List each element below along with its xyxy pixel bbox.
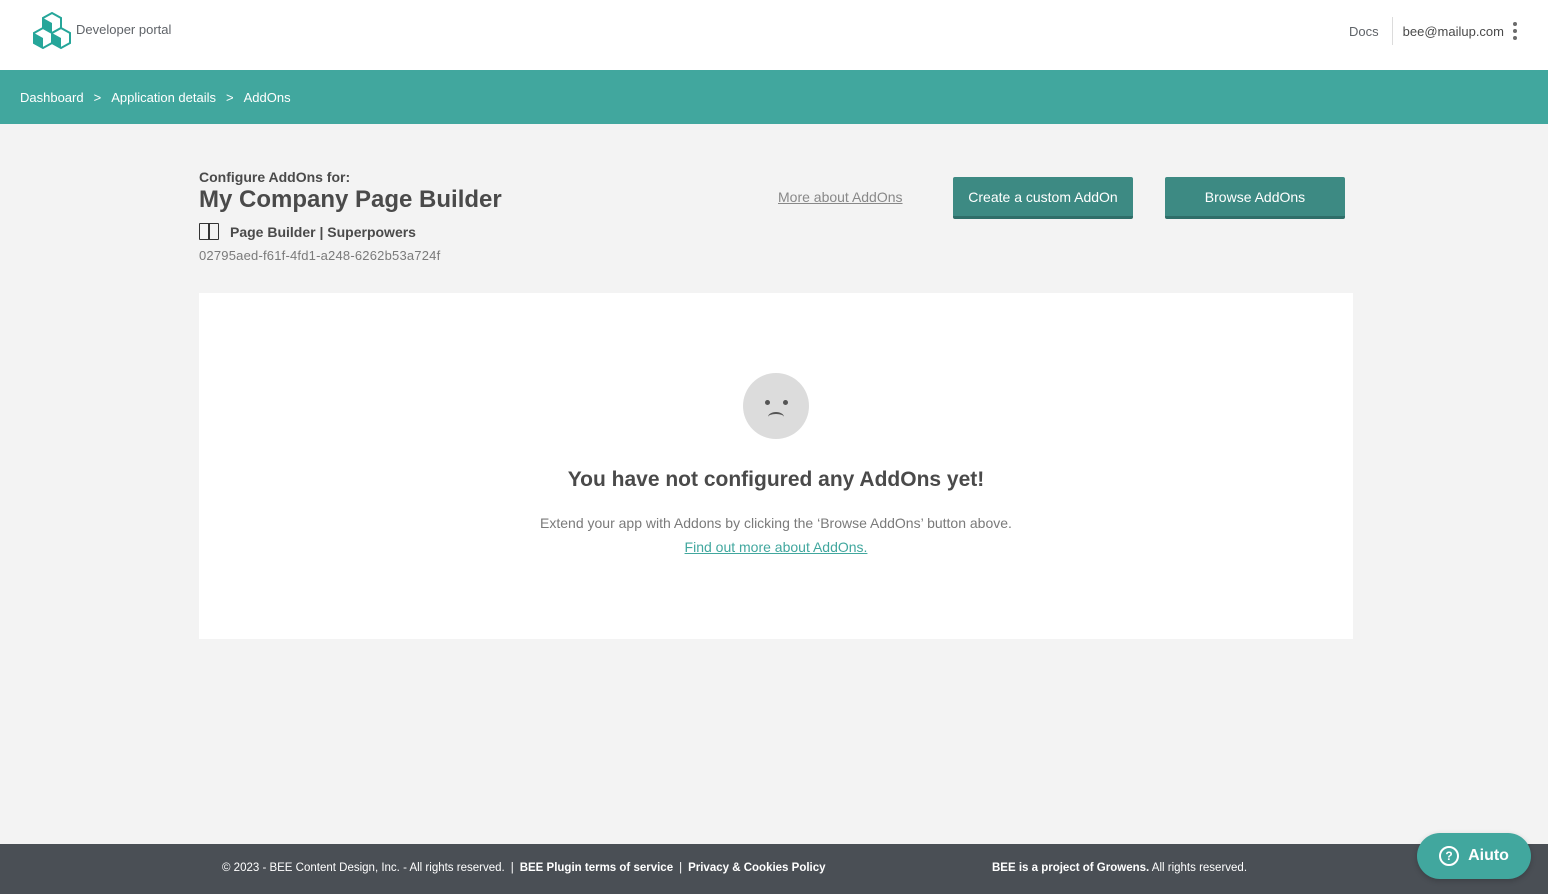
sad-face-icon xyxy=(743,373,809,439)
brand-title: Developer portal xyxy=(76,22,172,37)
empty-state-title: You have not configured any AddOns yet! xyxy=(567,468,985,491)
find-out-more-link[interactable]: Find out more about AddOns. xyxy=(685,539,868,555)
help-button[interactable]: ? Aiuto xyxy=(1417,833,1531,879)
footer-left: © 2023 - BEE Content Design, Inc. - All … xyxy=(222,862,826,874)
empty-state-card: You have not configured any AddOns yet! … xyxy=(199,293,1353,639)
project-text: BEE is a project of Growens. xyxy=(992,862,1150,874)
header-nav: Docs bee@mailup.com xyxy=(1349,17,1518,45)
page-title: My Company Page Builder xyxy=(199,186,502,213)
rights-text: All rights reserved. xyxy=(1151,862,1248,874)
empty-state-description: Extend your app with Addons by clicking … xyxy=(540,515,1012,531)
question-icon: ? xyxy=(1439,846,1460,866)
breadcrumb-dashboard[interactable]: Dashboard xyxy=(20,90,84,105)
bee-logo-icon[interactable] xyxy=(30,12,74,52)
book-icon xyxy=(199,223,219,240)
breadcrumb-application-details[interactable]: Application details xyxy=(111,90,216,105)
configure-label: Configure AddOns for: xyxy=(199,169,351,185)
app-type: Page Builder | Superpowers xyxy=(199,223,416,240)
terms-link[interactable]: BEE Plugin terms of service xyxy=(520,862,673,874)
app-uid: 02795aed-f61f-4fd1-a248-6262b53a724f xyxy=(199,248,441,263)
browse-addons-button[interactable]: Browse AddOns xyxy=(1165,177,1345,219)
breadcrumb-addons: AddOns xyxy=(243,89,291,105)
footer: © 2023 - BEE Content Design, Inc. - All … xyxy=(0,844,1548,894)
more-options-icon[interactable] xyxy=(1512,22,1518,40)
breadcrumb-separator: > xyxy=(93,89,102,105)
docs-link[interactable]: Docs xyxy=(1349,17,1393,45)
help-label: Aiuto xyxy=(1468,847,1509,864)
copyright-text: © 2023 - BEE Content Design, Inc. - All … xyxy=(222,862,505,874)
user-email[interactable]: bee@mailup.com xyxy=(1393,24,1504,39)
privacy-link[interactable]: Privacy & Cookies Policy xyxy=(688,862,825,874)
breadcrumb: Dashboard > Application details > AddOns xyxy=(0,70,1548,124)
more-about-addons-link[interactable]: More about AddOns xyxy=(778,189,903,205)
top-header: Developer portal Docs bee@mailup.com xyxy=(0,0,1548,70)
footer-right: BEE is a project of Growens. All rights … xyxy=(992,862,1247,874)
app-type-label: Page Builder | Superpowers xyxy=(230,223,416,240)
create-custom-addon-button[interactable]: Create a custom AddOn xyxy=(953,177,1133,219)
breadcrumb-separator: > xyxy=(226,89,234,105)
